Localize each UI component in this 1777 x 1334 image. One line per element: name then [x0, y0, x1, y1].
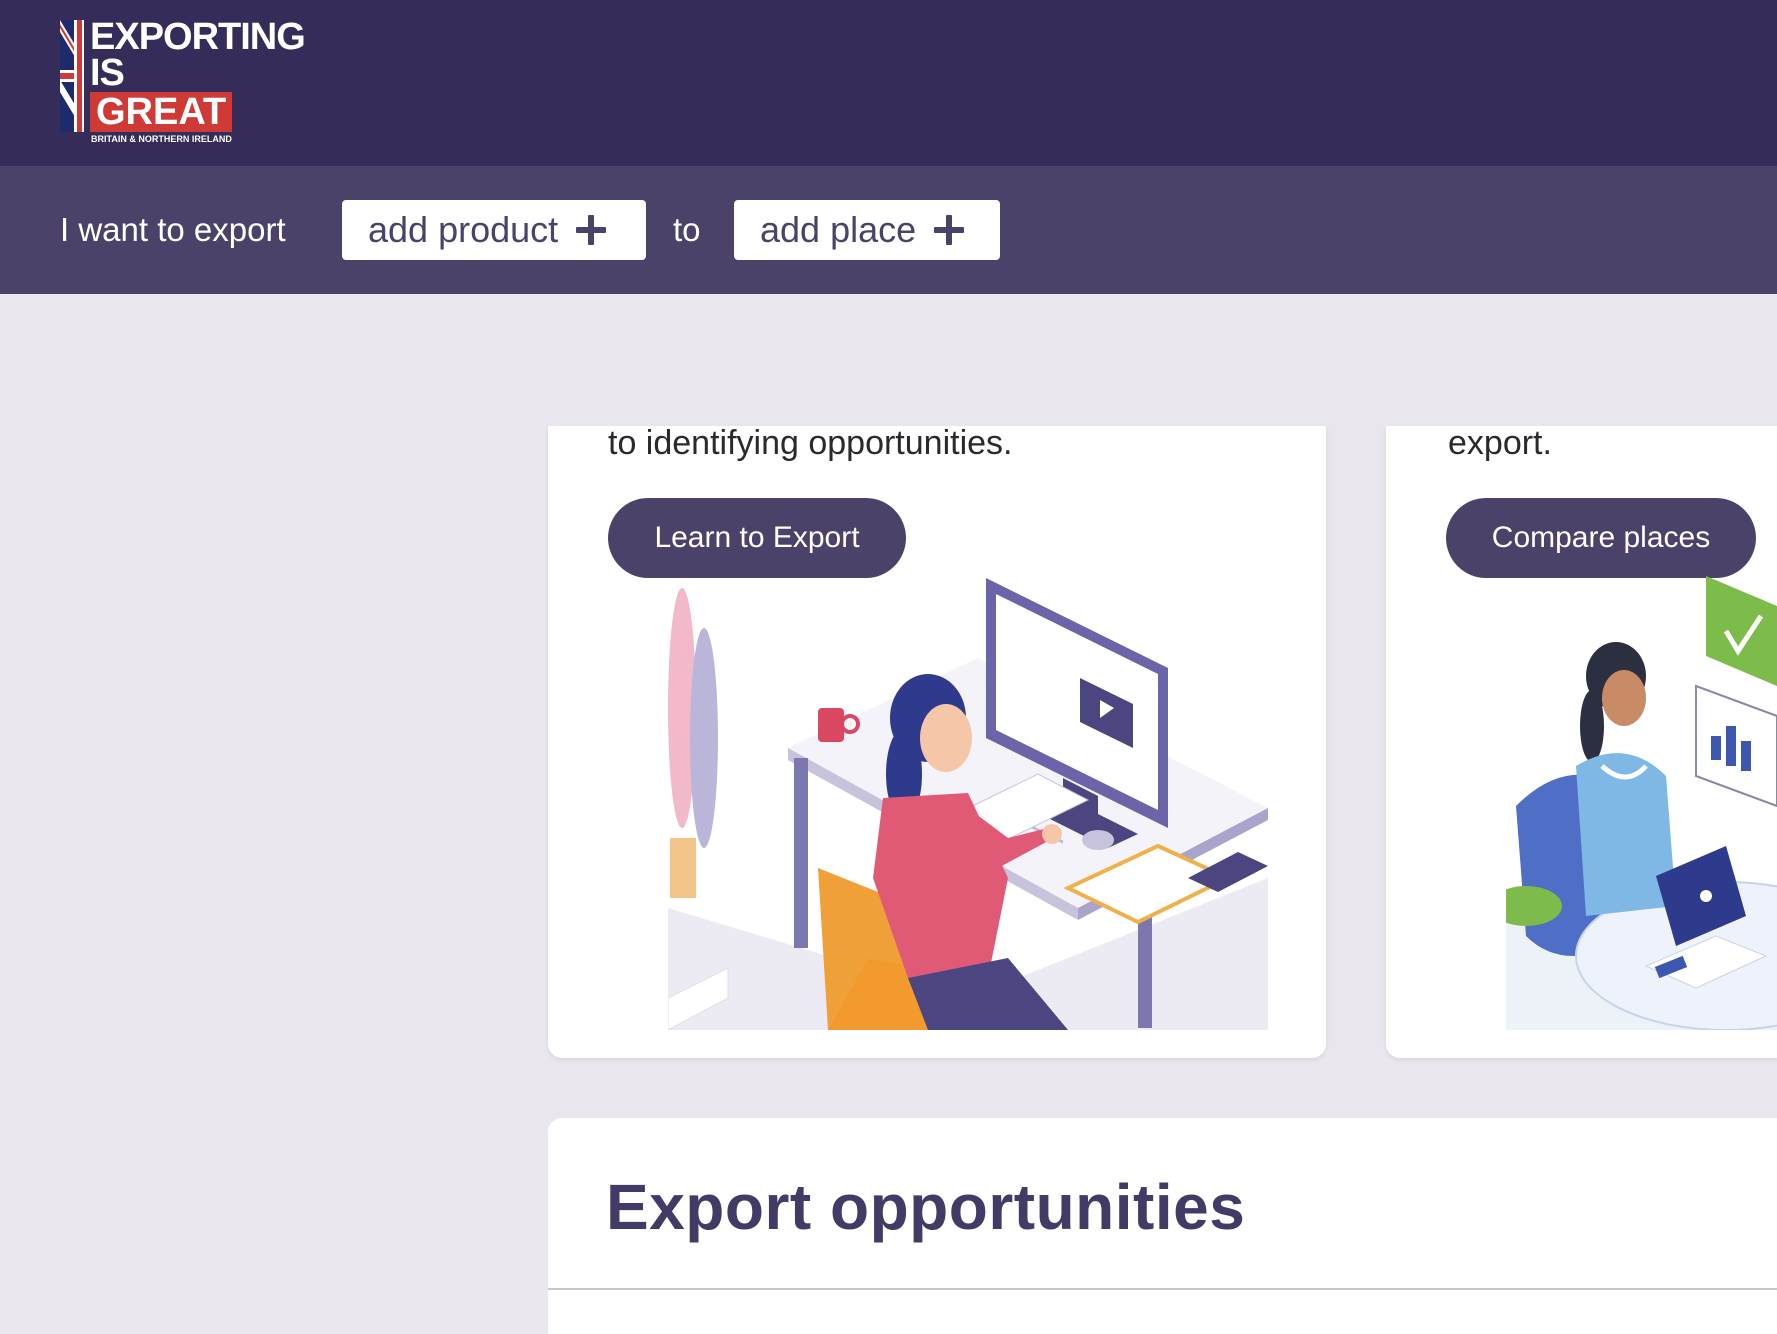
export-selector-bar: I want to export add product to add plac… — [0, 166, 1777, 294]
add-place-label: add place — [760, 209, 917, 250]
plus-icon — [576, 215, 607, 245]
section-title: Export opportunities — [606, 1171, 1246, 1243]
learn-to-export-card: to identifying opportunities. Learn to E… — [548, 426, 1326, 1058]
union-flag-icon — [60, 20, 84, 132]
exporting-is-great-logo[interactable]: EXPORTING IS GREAT BRITAIN & NORTHERN IR… — [60, 16, 320, 148]
export-opportunities-section: Export opportunities — [548, 1118, 1777, 1334]
learn-to-export-button[interactable]: Learn to Export — [608, 498, 906, 578]
logo-line-is: IS — [90, 52, 125, 94]
card-description: to identifying opportunities. — [608, 426, 1013, 462]
add-place-button[interactable]: add place — [734, 200, 1000, 260]
plus-icon — [934, 215, 965, 245]
card-description: export. — [1448, 426, 1552, 462]
compare-places-card: export. Compare places — [1386, 426, 1777, 1058]
logo-subline: BRITAIN & NORTHERN IRELAND — [91, 134, 232, 144]
logo-line-great: GREAT — [90, 92, 233, 132]
woman-with-laptop-illustration — [1506, 576, 1777, 1030]
add-product-button[interactable]: add product — [342, 200, 646, 260]
export-bar-connector: to — [673, 211, 701, 248]
site-header: EXPORTING IS GREAT BRITAIN & NORTHERN IR… — [0, 0, 1777, 166]
woman-at-computer-desk-illustration — [668, 578, 1268, 1030]
add-product-label: add product — [368, 209, 559, 250]
export-bar-prefix: I want to export — [60, 211, 286, 248]
section-divider — [548, 1288, 1777, 1290]
logo-line-exporting: EXPORTING — [90, 16, 306, 58]
compare-places-button[interactable]: Compare places — [1446, 498, 1756, 578]
